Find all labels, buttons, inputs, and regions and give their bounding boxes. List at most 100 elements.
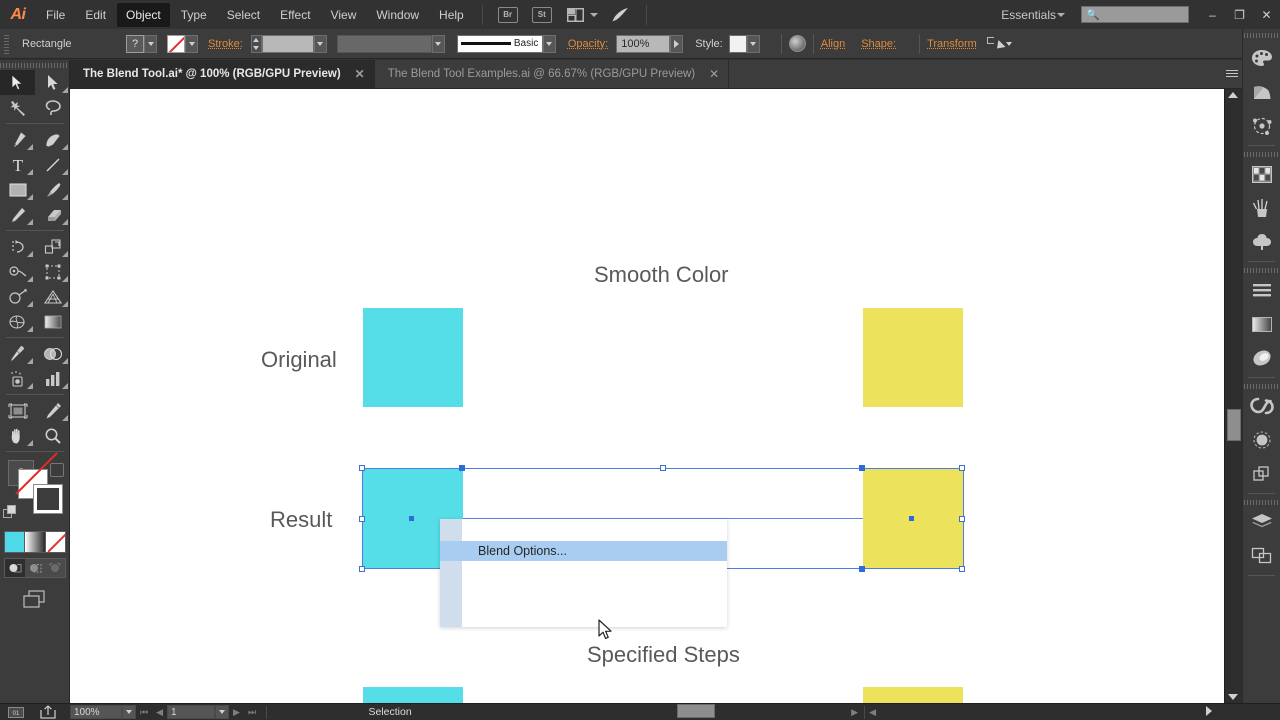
zoom-tool[interactable] <box>35 423 70 448</box>
last-artboard-button[interactable]: ⏭ <box>244 707 260 718</box>
eyedropper-tool[interactable] <box>0 341 35 366</box>
curvature-tool[interactable] <box>35 127 70 152</box>
close-icon[interactable]: ✕ <box>709 68 719 80</box>
transform-button[interactable]: Transform <box>927 38 977 50</box>
context-menu-item-blend-options[interactable]: Blend Options... <box>440 541 727 561</box>
artboard-navigation-icon[interactable]: 01 <box>6 705 26 719</box>
lasso-tool[interactable] <box>35 95 70 120</box>
perspective-grid-tool[interactable] <box>35 284 70 309</box>
menu-object[interactable]: Object <box>117 3 170 27</box>
panel-group-grip[interactable] <box>1243 148 1280 157</box>
pencil-tool[interactable] <box>0 202 35 227</box>
stroke-profile-dropdown[interactable] <box>432 35 445 53</box>
transform-dropdown[interactable] <box>1003 35 1016 53</box>
artwork-rect-yellow-steps[interactable] <box>863 687 963 703</box>
artboard-number-dropdown[interactable] <box>215 705 229 719</box>
brushes-panel-icon[interactable] <box>1243 191 1280 225</box>
stroke-label[interactable]: Stroke: <box>208 38 243 50</box>
symbols-panel-icon[interactable] <box>1243 225 1280 259</box>
horizontal-scrollbar-thumb[interactable] <box>677 704 715 718</box>
previous-artboard-button[interactable]: ◀ <box>152 707 167 718</box>
menu-window[interactable]: Window <box>367 3 428 27</box>
artwork-rect-cyan-original[interactable] <box>363 308 463 407</box>
artboards-panel-icon[interactable] <box>1243 539 1280 573</box>
selection-handle-tl[interactable] <box>359 465 365 471</box>
menu-file[interactable]: File <box>37 3 74 27</box>
stroke-color-swatch[interactable] <box>167 35 185 53</box>
bridge-icon[interactable]: Br <box>498 7 518 23</box>
paintbrush-tool[interactable] <box>35 177 70 202</box>
color-themes-panel-icon[interactable] <box>1243 109 1280 143</box>
color-fill-mode-button[interactable] <box>5 532 25 552</box>
mesh-tool[interactable] <box>0 309 35 334</box>
blend-anchor-point-tl[interactable] <box>459 465 465 471</box>
document-tab-active[interactable]: The Blend Tool.ai* @ 100% (RGB/GPU Previ… <box>70 60 375 88</box>
maximize-restore-button[interactable]: ❐ <box>1226 0 1253 29</box>
column-graph-tool[interactable] <box>35 366 70 391</box>
opacity-dropdown[interactable] <box>670 35 683 53</box>
vertical-scrollbar-thumb[interactable] <box>1227 409 1241 441</box>
panel-group-grip-4[interactable] <box>1243 496 1280 505</box>
selection-handle-ml[interactable] <box>359 516 365 522</box>
pen-tool[interactable] <box>0 127 35 152</box>
align-button[interactable]: Align <box>821 38 845 50</box>
artwork-rect-yellow-original[interactable] <box>863 308 963 407</box>
draw-inside-mode-button[interactable] <box>45 559 65 577</box>
stroke-color-box[interactable] <box>33 484 63 514</box>
graphic-style-swatch[interactable] <box>729 35 747 53</box>
gradient-panel-icon[interactable] <box>1243 307 1280 341</box>
menu-type[interactable]: Type <box>172 3 216 27</box>
slice-tool[interactable] <box>35 398 70 423</box>
share-document-icon[interactable] <box>38 705 58 719</box>
screen-mode-button[interactable] <box>0 582 70 616</box>
rotate-tool[interactable] <box>0 234 35 259</box>
next-artboard-button[interactable]: ▶ <box>229 707 244 718</box>
transform-icon[interactable] <box>987 37 1003 51</box>
layers-panel-icon[interactable] <box>1243 505 1280 539</box>
close-icon[interactable]: ✕ <box>355 68 365 80</box>
tools-panel-grip[interactable] <box>0 60 69 70</box>
hand-tool[interactable] <box>0 423 35 448</box>
free-transform-tool[interactable] <box>35 259 70 284</box>
menu-edit[interactable]: Edit <box>76 3 115 27</box>
none-fill-mode-button[interactable] <box>46 532 65 552</box>
artboard-canvas[interactable]: Smooth Color Original Result <box>70 89 1224 703</box>
blend-tool[interactable] <box>35 341 70 366</box>
arrange-documents-button[interactable] <box>559 7 604 23</box>
first-artboard-button[interactable]: ⏮ <box>136 707 152 718</box>
stroke-weight-stepper[interactable] <box>251 35 262 53</box>
creative-cloud-libraries-panel-icon[interactable] <box>1243 389 1280 423</box>
width-tool[interactable] <box>0 259 35 284</box>
color-guide-panel-icon[interactable] <box>1243 75 1280 109</box>
swatches-panel-icon[interactable] <box>1243 157 1280 191</box>
menu-view[interactable]: View <box>322 3 366 27</box>
selection-handle-mr[interactable] <box>959 516 965 522</box>
rectangle-tool[interactable] <box>0 177 35 202</box>
chevron-down-icon[interactable] <box>1057 13 1065 17</box>
appearance-panel-icon[interactable] <box>1243 423 1280 457</box>
zoom-level-input[interactable]: 100% <box>70 705 122 719</box>
fill-color-swatch[interactable]: ? <box>126 35 144 53</box>
panel-group-grip-2[interactable] <box>1243 264 1280 273</box>
close-window-button[interactable]: ✕ <box>1253 0 1280 29</box>
panel-group-grip-3[interactable] <box>1243 380 1280 389</box>
fill-swatch-dropdown[interactable] <box>144 35 157 53</box>
panel-menu-icon[interactable] <box>1225 68 1239 80</box>
context-menu[interactable]: Blend Options... <box>440 519 727 627</box>
menu-help[interactable]: Help <box>430 3 473 27</box>
scroll-down-button[interactable] <box>1228 694 1238 700</box>
opacity-input[interactable]: 100% <box>616 35 670 53</box>
selection-handle-br[interactable] <box>959 566 965 572</box>
default-fill-stroke-icon[interactable] <box>3 505 19 521</box>
transparency-panel-icon[interactable] <box>1243 341 1280 375</box>
minimize-button[interactable]: – <box>1199 0 1226 29</box>
stock-icon[interactable]: St <box>532 7 552 23</box>
stroke-panel-icon[interactable] <box>1243 273 1280 307</box>
brush-definition-preview[interactable]: Basic <box>457 35 543 53</box>
shape-button[interactable]: Shape: <box>861 38 896 50</box>
selection-tool[interactable] <box>0 70 35 95</box>
scroll-up-button[interactable] <box>1228 92 1238 98</box>
opacity-label[interactable]: Opacity: <box>568 38 608 50</box>
stroke-profile-select[interactable] <box>337 35 432 53</box>
draw-behind-mode-button[interactable] <box>25 559 45 577</box>
